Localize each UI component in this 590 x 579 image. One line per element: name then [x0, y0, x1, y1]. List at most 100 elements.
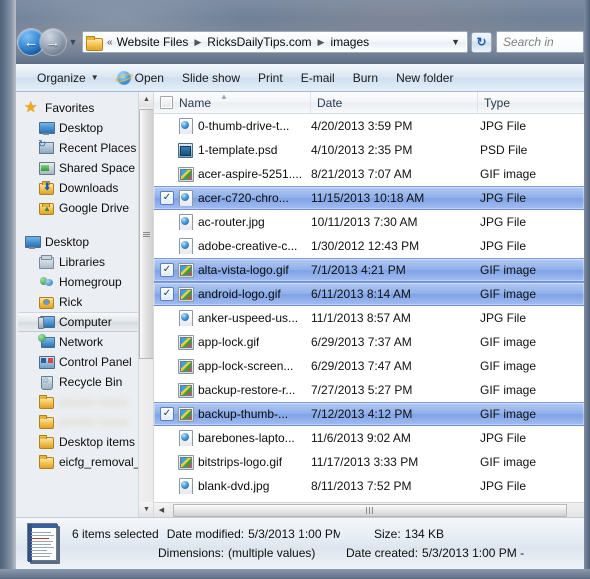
burn-button[interactable]: Burn [344, 68, 387, 88]
sidebar-item-recycle-bin[interactable]: Recycle Bin [16, 372, 153, 392]
row-checkbox[interactable]: ✓ [160, 191, 174, 205]
sidebar-item-recent-places[interactable]: Recent Places [16, 138, 153, 158]
open-button[interactable]: Open [108, 68, 173, 88]
sidebar-item-libraries[interactable]: Libraries [16, 252, 153, 272]
file-date-cell: 11/15/2013 10:18 AM [311, 191, 425, 205]
column-header-name[interactable]: Name ▲ [154, 92, 311, 113]
command-toolbar: Organize ▼ Open Slide show Print E-mail … [16, 64, 584, 92]
table-row[interactable]: anker-uspeed-us... 11/1/2013 8:57 AM JPG F… [154, 306, 584, 330]
file-type-cell: GIF image [480, 263, 537, 277]
dimensions-value: (multiple values) [228, 546, 316, 560]
select-all-checkbox[interactable] [160, 96, 173, 109]
sidebar-item-label: Downloads [59, 181, 119, 195]
table-row[interactable]: blank-dvd.jpg 8/11/2013 7:52 PM JPG File [154, 474, 584, 498]
breadcrumb-item-2[interactable]: images [328, 34, 371, 50]
sidebar-item-rick[interactable]: Rick [16, 292, 153, 312]
column-header-type[interactable]: Type [478, 92, 584, 113]
file-type-cell: JPG File [480, 119, 527, 133]
scroll-grip-icon [143, 230, 150, 238]
row-checkbox[interactable]: ✓ [160, 287, 174, 301]
breadcrumb-separator-icon[interactable]: ▶ [190, 37, 205, 48]
details-right-line-1: Size: 134 KB [340, 527, 584, 541]
file-name-cell: 1-template.psd [154, 142, 311, 158]
sidebar-scrollbar[interactable]: ▲ ▼ [138, 92, 153, 517]
breadcrumb-separator-icon[interactable]: ▶ [314, 37, 329, 48]
breadcrumb-overflow-icon[interactable]: « [105, 37, 115, 48]
table-row[interactable]: ✓ android-logo.gif 6/11/2013 8:14 AM GIF im… [154, 282, 584, 306]
breadcrumb-item-0[interactable]: Website Files [115, 34, 191, 50]
breadcrumb-address-bar[interactable]: « Website Files ▶ RicksDailyTips.com ▶ i… [82, 31, 468, 53]
file-name-cell: acer-aspire-5251.... [154, 166, 311, 182]
file-list-horizontal-scrollbar[interactable]: ◀ [154, 502, 584, 517]
table-row[interactable]: ac-router.jpg 10/11/2013 7:30 AM JPG File [154, 210, 584, 234]
email-button[interactable]: E-mail [292, 68, 344, 88]
column-header-name-label: Name [179, 95, 212, 110]
breadcrumb-item-1[interactable]: RicksDailyTips.com [205, 34, 313, 50]
file-name-cell: ✓ alta-vista-logo.gif [154, 262, 311, 278]
organize-button[interactable]: Organize ▼ [28, 68, 108, 88]
nav-group-gap [16, 218, 153, 232]
table-row[interactable]: acer-aspire-5251.... 8/21/2013 7:07 AM GIF… [154, 162, 584, 186]
network-icon [38, 334, 55, 350]
table-row[interactable]: 1-template.psd 4/10/2013 2:35 PM PSD File [154, 138, 584, 162]
table-row[interactable]: ✓ acer-c720-chro... 11/15/2013 10:18 AM JPG… [154, 186, 584, 210]
file-type-cell: GIF image [480, 167, 537, 181]
refresh-button[interactable]: ↻ [471, 31, 492, 53]
scroll-grip-icon [366, 506, 375, 514]
scroll-up-button[interactable]: ▲ [139, 92, 153, 107]
sidebar-item-favorites[interactable]: Favorites [16, 98, 153, 118]
file-date-cell: 7/12/2013 4:12 PM [311, 407, 413, 421]
sidebar-item-hidden-1-8[interactable]: private name [16, 412, 153, 432]
search-input[interactable]: Search in [503, 35, 554, 49]
sidebar-item-google-drive[interactable]: Google Drive [16, 198, 153, 218]
file-date-cell: 7/1/2013 4:21 PM [311, 263, 406, 277]
file-date-cell: 6/29/2013 7:47 AM [311, 359, 412, 373]
row-checkbox[interactable]: ✓ [160, 407, 174, 421]
sidebar-item-desktop-items[interactable]: Desktop items [16, 432, 153, 452]
table-row[interactable]: bitstrips-logo.gif 11/17/2013 3:33 PM GIF … [154, 450, 584, 474]
sidebar-scroll-thumb[interactable] [139, 109, 153, 359]
horizontal-scroll-thumb[interactable] [173, 503, 568, 517]
table-row[interactable]: app-lock.gif 6/29/2013 7:37 AM GIF image [154, 330, 584, 354]
file-name-label: acer-c720-chro... [198, 191, 289, 205]
file-name-cell: barebones-lapto... [154, 430, 311, 446]
table-row[interactable]: ✓ backup-thumb-... 7/12/2013 4:12 PM GIF im… [154, 402, 584, 426]
recent-pages-dropdown[interactable]: ▼ [67, 37, 79, 47]
file-type-cell: GIF image [480, 455, 537, 469]
scroll-left-button[interactable]: ◀ [154, 502, 169, 517]
table-row[interactable]: 0-thumb-drive-t... 4/20/2013 3:59 PM JPG F… [154, 114, 584, 138]
size-value: 134 KB [404, 527, 445, 541]
file-name-label: alta-vista-logo.gif [198, 263, 289, 277]
sidebar-item-downloads[interactable]: Downloads [16, 178, 153, 198]
file-name-label: backup-thumb-... [198, 407, 289, 421]
sidebar-item-desktop[interactable]: Desktop [16, 118, 153, 138]
sidebar-item-network[interactable]: Network [16, 332, 153, 352]
file-name-label: ac-router.jpg [198, 215, 265, 229]
sidebar-item-label: Network [59, 335, 104, 349]
table-row[interactable]: ✓ alta-vista-logo.gif 7/1/2013 4:21 PM GIF … [154, 258, 584, 282]
new-folder-button[interactable]: New folder [387, 68, 462, 88]
chevron-down-icon[interactable]: ▼ [448, 37, 465, 47]
table-row[interactable]: adobe-creative-c... 1/30/2012 12:43 PM JPG… [154, 234, 584, 258]
search-box[interactable]: Search in [496, 31, 584, 53]
table-row[interactable]: backup-restore-r... 7/27/2013 5:27 PM GIF … [154, 378, 584, 402]
horizontal-scroll-track[interactable] [169, 503, 584, 518]
sidebar-item-control-panel[interactable]: Control Panel [16, 352, 153, 372]
file-name-label: backup-restore-r... [198, 383, 296, 397]
print-button[interactable]: Print [249, 68, 292, 88]
sidebar-item-desktop[interactable]: Desktop [16, 232, 153, 252]
sidebar-item-homegroup[interactable]: Homegroup [16, 272, 153, 292]
row-checkbox[interactable]: ✓ [160, 263, 174, 277]
forward-button[interactable]: → [40, 29, 66, 55]
sidebar-item-shared-space[interactable]: Shared Space [16, 158, 153, 178]
column-header-date[interactable]: Date [311, 92, 478, 113]
folder-icon [38, 394, 54, 410]
slide-show-button[interactable]: Slide show [173, 68, 249, 88]
sidebar-item-computer[interactable]: Computer [18, 312, 149, 332]
file-name-cell: anker-uspeed-us... [154, 310, 311, 326]
table-row[interactable]: barebones-lapto... 11/6/2013 9:02 AM JPG F… [154, 426, 584, 450]
scroll-down-button[interactable]: ▼ [139, 502, 153, 517]
sidebar-item-hidden-1-7[interactable]: private name [16, 392, 153, 412]
table-row[interactable]: app-lock-screen... 6/29/2013 7:47 AM GIF i… [154, 354, 584, 378]
sidebar-item-eicfg-removal-ut[interactable]: eicfg_removal_ut [16, 452, 153, 472]
